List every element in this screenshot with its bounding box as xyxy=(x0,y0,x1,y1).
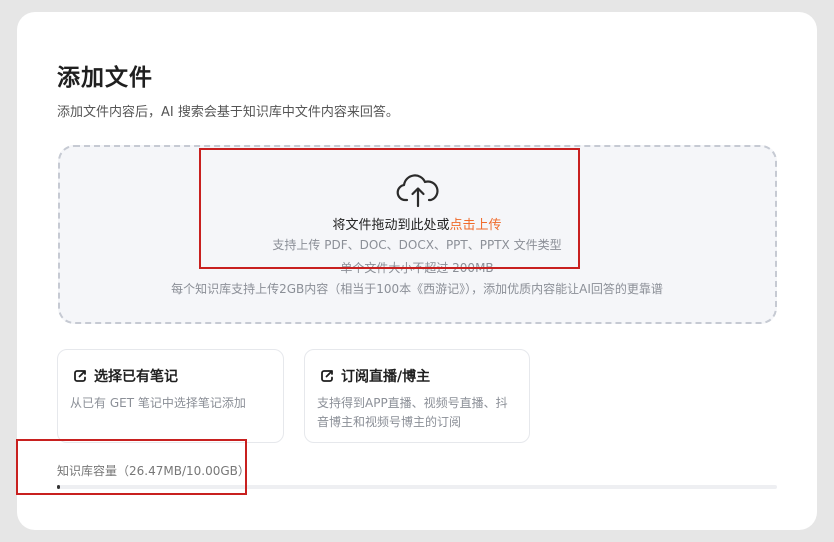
note-link-icon xyxy=(74,370,86,382)
option-description: 支持得到APP直播、视频号直播、抖音博主和视频号博主的订阅 xyxy=(317,396,508,429)
option-title: 选择已有笔记 xyxy=(94,369,178,385)
option-title: 订阅直播/博主 xyxy=(341,369,431,385)
highlight-box-capacity xyxy=(16,439,247,495)
page-title: 添加文件 xyxy=(57,65,153,91)
subscribe-link-icon xyxy=(321,370,333,382)
page-subtitle: 添加文件内容后，AI 搜索会基于知识库中文件内容来回答。 xyxy=(57,105,399,120)
option-header: 订阅直播/博主 xyxy=(320,366,430,386)
option-description: 从已有 GET 笔记中选择笔记添加 xyxy=(70,396,246,410)
option-header: 选择已有笔记 xyxy=(73,366,178,386)
select-existing-notes-card[interactable]: 选择已有笔记 从已有 GET 笔记中选择笔记添加 xyxy=(57,349,284,443)
subscribe-live-creator-card[interactable]: 订阅直播/博主 支持得到APP直播、视频号直播、抖音博主和视频号博主的订阅 xyxy=(304,349,530,443)
upload-capacity-note: 每个知识库支持上传2GB内容（相当于100本《西游记》），添加优质内容能让AI回… xyxy=(171,282,663,296)
highlight-box-upload xyxy=(199,148,580,269)
